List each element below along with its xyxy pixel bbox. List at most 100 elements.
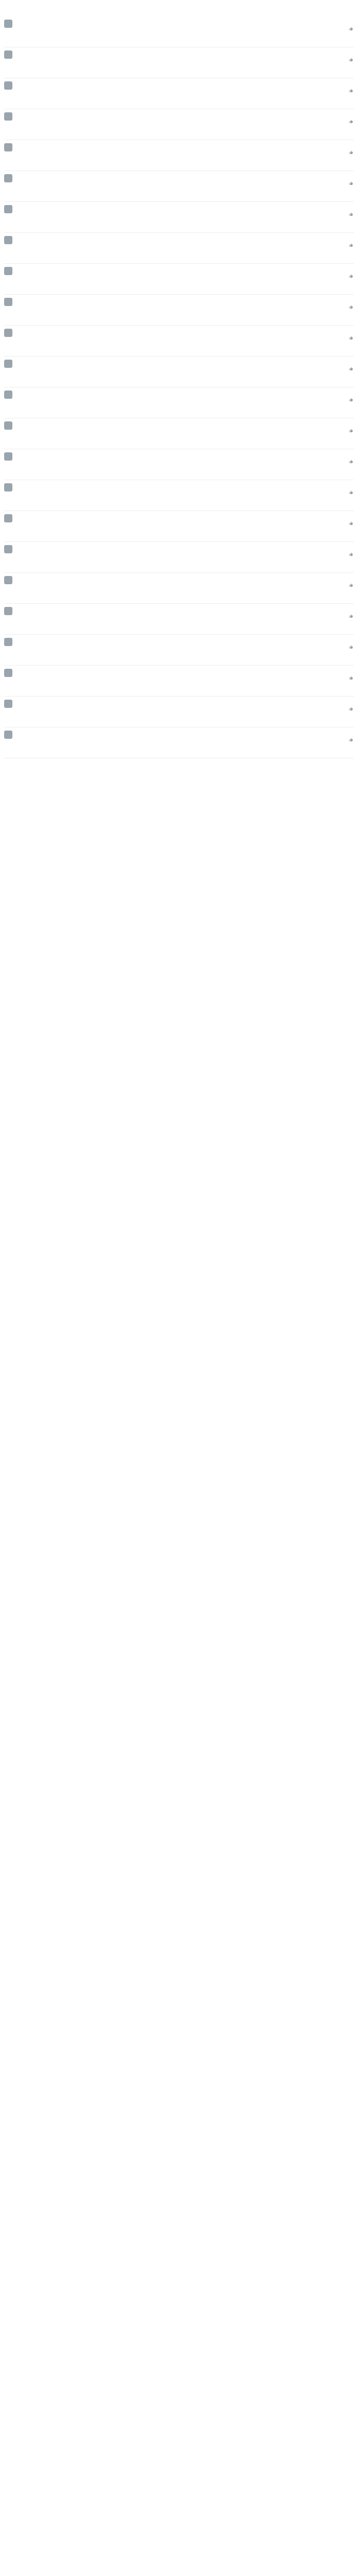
comment-footer	[15, 707, 354, 710]
like-button[interactable]	[349, 645, 354, 649]
comment-meta	[15, 297, 354, 303]
like-button[interactable]	[349, 583, 354, 587]
avatar[interactable]	[4, 421, 12, 430]
comment-item	[4, 109, 354, 140]
like-button[interactable]	[349, 552, 354, 556]
like-button[interactable]	[349, 614, 354, 618]
avatar[interactable]	[4, 236, 12, 244]
comment-item	[4, 171, 354, 202]
thumbs-up-icon	[349, 212, 353, 216]
avatar[interactable]	[4, 514, 12, 522]
comment-body	[15, 575, 354, 601]
comment-meta	[15, 328, 354, 334]
comment-footer	[15, 460, 354, 463]
avatar[interactable]	[4, 112, 12, 121]
comment-body	[15, 637, 354, 663]
avatar[interactable]	[4, 50, 12, 59]
like-button[interactable]	[349, 243, 354, 247]
comment-footer	[15, 614, 354, 618]
avatar[interactable]	[4, 391, 12, 399]
like-button[interactable]	[349, 521, 354, 525]
avatar[interactable]	[4, 174, 12, 182]
like-button[interactable]	[349, 490, 354, 494]
avatar[interactable]	[4, 607, 12, 615]
thumbs-up-icon	[349, 89, 353, 92]
avatar[interactable]	[4, 360, 12, 368]
comment-meta	[15, 514, 354, 520]
comment-meta	[15, 235, 354, 242]
like-button[interactable]	[349, 460, 354, 463]
comment-footer	[15, 27, 354, 30]
comment-page	[0, 0, 358, 764]
comment-footer	[15, 429, 354, 432]
avatar[interactable]	[4, 205, 12, 213]
comment-footer	[15, 738, 354, 741]
comment-item	[4, 202, 354, 233]
avatar[interactable]	[4, 298, 12, 306]
avatar[interactable]	[4, 267, 12, 275]
thumbs-up-icon	[349, 398, 353, 401]
avatar[interactable]	[4, 638, 12, 646]
like-button[interactable]	[349, 398, 354, 401]
like-button[interactable]	[349, 27, 354, 30]
comment-body	[15, 235, 354, 261]
comment-meta	[15, 545, 354, 551]
thumbs-up-icon	[349, 645, 353, 649]
comment-item	[4, 480, 354, 511]
avatar[interactable]	[4, 700, 12, 708]
comment-item	[4, 140, 354, 171]
like-button[interactable]	[349, 305, 354, 309]
comment-meta	[15, 452, 354, 458]
comment-meta	[15, 143, 354, 149]
thumbs-up-icon	[349, 552, 353, 556]
thumbs-up-icon	[349, 27, 353, 30]
comment-meta	[15, 50, 354, 56]
like-button[interactable]	[349, 738, 354, 741]
avatar[interactable]	[4, 329, 12, 337]
comment-body	[15, 421, 354, 446]
comment-item	[4, 295, 354, 326]
like-button[interactable]	[349, 120, 354, 123]
like-button[interactable]	[349, 89, 354, 92]
comment-meta	[15, 359, 354, 365]
like-button[interactable]	[349, 274, 354, 278]
like-button[interactable]	[349, 150, 354, 154]
avatar[interactable]	[4, 452, 12, 461]
avatar[interactable]	[4, 81, 12, 90]
thumbs-up-icon	[349, 243, 353, 247]
comment-item	[4, 697, 354, 727]
like-button[interactable]	[349, 58, 354, 61]
like-button[interactable]	[349, 181, 354, 185]
avatar[interactable]	[4, 20, 12, 28]
comment-item	[4, 78, 354, 109]
like-button[interactable]	[349, 429, 354, 432]
comment-item	[4, 511, 354, 542]
thumbs-up-icon	[349, 429, 353, 432]
comment-footer	[15, 274, 354, 278]
comment-body	[15, 483, 354, 508]
comment-meta	[15, 266, 354, 273]
comment-meta	[15, 668, 354, 674]
thumbs-up-icon	[349, 583, 353, 587]
comment-meta	[15, 421, 354, 427]
avatar[interactable]	[4, 143, 12, 151]
avatar[interactable]	[4, 731, 12, 739]
comment-footer	[15, 521, 354, 525]
like-button[interactable]	[349, 212, 354, 216]
avatar[interactable]	[4, 669, 12, 677]
comment-body	[15, 452, 354, 477]
comment-item	[4, 666, 354, 697]
comment-body	[15, 730, 354, 755]
comment-body	[15, 699, 354, 724]
comment-meta	[15, 730, 354, 736]
comment-body	[15, 668, 354, 693]
avatar[interactable]	[4, 483, 12, 492]
like-button[interactable]	[349, 676, 354, 680]
avatar[interactable]	[4, 576, 12, 584]
like-button[interactable]	[349, 367, 354, 370]
comment-item	[4, 326, 354, 357]
like-button[interactable]	[349, 336, 354, 340]
like-button[interactable]	[349, 707, 354, 710]
avatar[interactable]	[4, 545, 12, 553]
comment-meta	[15, 19, 354, 25]
